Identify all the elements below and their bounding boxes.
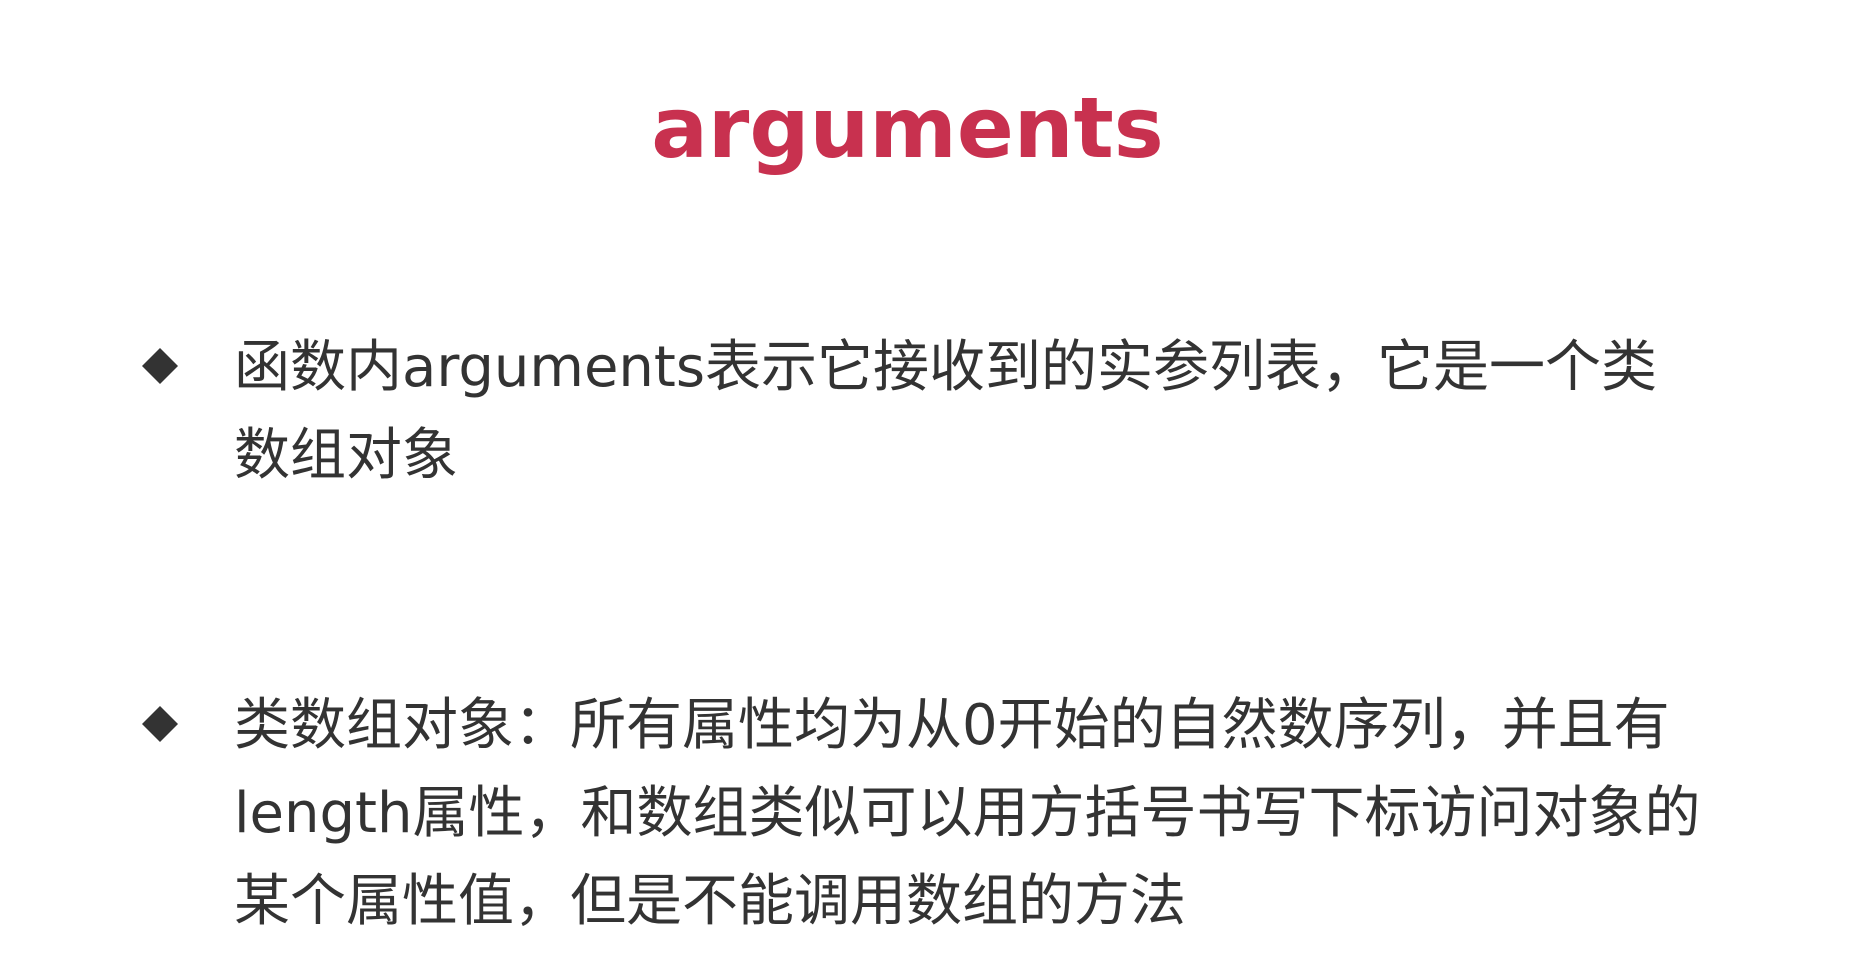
bullet-line: 函数内arguments表示它接收到的实参列表，它是一个类 (234, 335, 1658, 400)
slide: arguments 函数内arguments表示它接收到的实参列表，它是一个类 … (0, 0, 1871, 962)
bullet-text: 类数组对象：所有属性均为从0开始的自然数序列，并且有 length属性，和数组类… (234, 682, 1734, 946)
diamond-icon (142, 348, 178, 384)
bullet-line: 某个属性值，但是不能调用数组的方法 (234, 869, 1186, 934)
bullet-line: length属性，和数组类似可以用方括号书写下标访问对象的 (234, 781, 1701, 846)
bullet-line: 类数组对象：所有属性均为从0开始的自然数序列，并且有 (234, 693, 1670, 758)
diamond-icon (142, 706, 178, 742)
slide-title: arguments (651, 79, 1164, 177)
bullet-line: 数组对象 (234, 423, 458, 488)
bullet-text: 函数内arguments表示它接收到的实参列表，它是一个类 数组对象 (234, 324, 1734, 500)
